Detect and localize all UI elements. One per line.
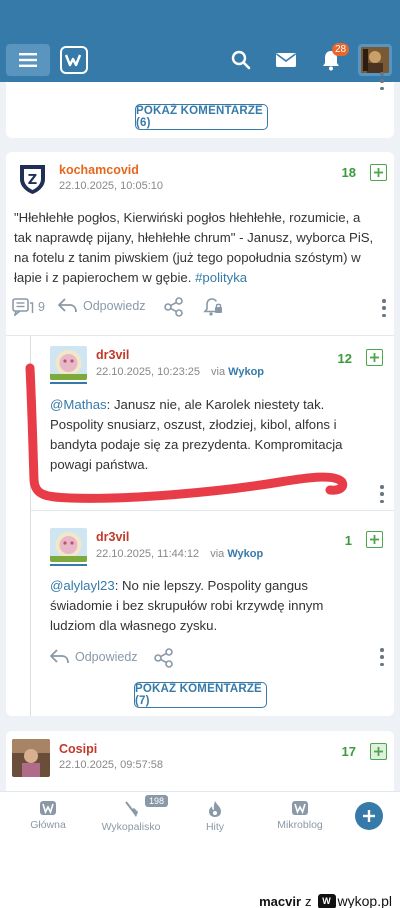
post-vote-count: 17	[341, 744, 356, 759]
wykopalisko-badge: 198	[145, 795, 169, 807]
author-avatar[interactable]	[12, 739, 50, 777]
nav-label: Główna	[30, 819, 66, 831]
watermark-separator: z	[305, 893, 312, 908]
plus-icon	[374, 747, 383, 756]
nav-label: Wykopalisko	[101, 821, 161, 833]
watermark-site: wykop.pl	[337, 893, 392, 908]
nav-item-hity[interactable]: Hity	[175, 800, 255, 833]
shovel-icon	[125, 801, 138, 817]
avatar-image-icon	[12, 739, 50, 777]
plus-icon	[363, 810, 375, 822]
plus-vote-button[interactable]	[370, 743, 387, 760]
next-post-card: Cosipi 22.10.2025, 09:57:58 17	[6, 731, 394, 791]
nav-label: Mikroblog	[277, 819, 323, 831]
nav-label: Hity	[205, 821, 225, 833]
watermark: macvir z W wykop.pl	[259, 893, 392, 908]
wykop-logo-icon: W	[317, 893, 336, 908]
add-button[interactable]	[355, 802, 383, 830]
watermark-user: macvir	[259, 893, 302, 908]
nav-item-mikroblog[interactable]: Mikroblog	[260, 800, 340, 831]
post-author[interactable]: Cosipi	[59, 742, 97, 756]
app-screen: 28 POKAŻ KOMENTARZE (6) Z kochamcovid 22…	[0, 0, 400, 845]
red-annotation-stroke	[25, 363, 348, 503]
bottom-navigation: Główna Wykopalisko 198 Hity Mikroblog	[0, 791, 400, 845]
mikroblog-icon	[292, 801, 308, 815]
nav-item-glowna[interactable]: Główna	[8, 800, 88, 831]
flame-icon	[209, 801, 221, 817]
wykop-logo-icon	[40, 801, 56, 815]
post-date: 22.10.2025, 09:57:58	[59, 759, 163, 771]
